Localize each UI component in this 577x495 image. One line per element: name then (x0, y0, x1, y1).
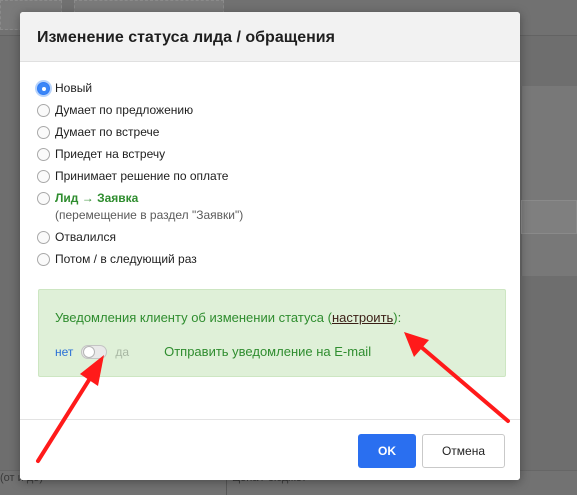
background-field (521, 200, 577, 234)
radio-button[interactable] (37, 192, 50, 205)
radio-button[interactable] (37, 231, 50, 244)
status-option-will-come[interactable]: Приедет на встречу (37, 146, 243, 168)
status-option-label-group: Лид → Заявка (перемещение в раздел "Заяв… (55, 190, 243, 223)
status-option-label: Принимает решение по оплате (55, 169, 229, 183)
dialog-header: Изменение статуса лида / обращения (20, 12, 520, 62)
email-notification-toggle[interactable] (81, 344, 108, 359)
status-option-label: Потом / в следующий раз (55, 252, 197, 266)
email-notification-toggle-row: нет да Отправить уведомление на E-mail (55, 344, 371, 359)
status-change-dialog: Изменение статуса лида / обращения Новый… (20, 12, 520, 480)
radio-button[interactable] (37, 253, 50, 266)
radio-button[interactable] (37, 148, 50, 161)
client-notification-panel: Уведомления клиенту об изменении статуса… (38, 289, 506, 377)
status-option-thinking-offer[interactable]: Думает по предложению (37, 102, 243, 124)
status-option-hint: (перемещение в раздел "Заявки") (55, 208, 244, 222)
radio-button[interactable] (37, 170, 50, 183)
status-option-label: Приедет на встречу (55, 147, 166, 161)
status-radio-list: Новый Думает по предложению Думает по вс… (37, 80, 243, 273)
toggle-on-label[interactable]: да (115, 345, 129, 359)
toggle-description: Отправить уведомление на E-mail (164, 344, 372, 359)
configure-link[interactable]: настроить (332, 310, 393, 325)
status-option-label: Новый (55, 81, 93, 95)
status-option-dropped[interactable]: Отвалился (37, 229, 243, 251)
notification-title-start: Уведомления клиенту об изменении статуса… (55, 310, 332, 325)
ok-button[interactable]: OK (358, 434, 416, 468)
radio-button[interactable] (37, 104, 50, 117)
radio-button[interactable] (37, 126, 50, 139)
notification-title: Уведомления клиенту об изменении статуса… (55, 310, 401, 325)
status-option-label: Думает по встрече (55, 125, 160, 139)
dialog-title: Изменение статуса лида / обращения (37, 29, 335, 46)
notification-title-end: ): (393, 310, 402, 325)
toggle-knob[interactable] (83, 345, 96, 358)
toggle-off-label[interactable]: нет (55, 345, 73, 359)
dialog-footer: OK Отмена (20, 419, 520, 480)
status-option-payment-decision[interactable]: Принимает решение по оплате (37, 168, 243, 190)
status-option-label: Думает по предложению (55, 103, 194, 117)
radio-button[interactable] (37, 82, 50, 95)
cancel-button[interactable]: Отмена (422, 434, 505, 468)
status-option-later[interactable]: Потом / в следующий раз (37, 251, 243, 273)
status-option-new[interactable]: Новый (37, 80, 243, 102)
background-panel (521, 86, 577, 276)
status-option-label: Лид → Заявка (55, 191, 139, 205)
status-option-label: Отвалился (55, 230, 116, 244)
status-option-thinking-meeting[interactable]: Думает по встрече (37, 124, 243, 146)
status-option-lead-to-request[interactable]: Лид → Заявка (перемещение в раздел "Заяв… (37, 190, 243, 229)
